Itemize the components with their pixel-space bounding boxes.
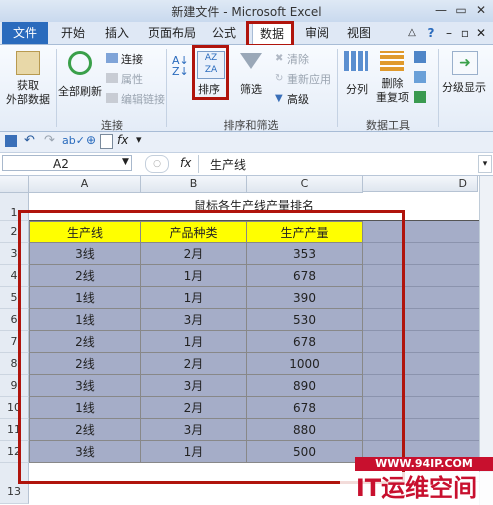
highlight-data-tab (246, 21, 294, 47)
tab-home[interactable]: 开始 (56, 22, 90, 44)
namebox-dropdown-icon[interactable]: ▼ (122, 157, 129, 167)
tab-file[interactable]: 文件 (2, 22, 48, 44)
tab-review[interactable]: 审阅 (300, 22, 334, 44)
what-if-icon[interactable] (414, 91, 426, 103)
formula-input[interactable]: 生产线 (210, 156, 246, 173)
text-to-columns-button[interactable]: 分列 (346, 81, 368, 97)
formula-collapse-icon[interactable]: ▾ (478, 155, 492, 173)
filter-icon[interactable] (240, 53, 262, 69)
group-data-tools-label: 数据工具 (366, 119, 410, 132)
close-icon[interactable]: ✕ (472, 2, 490, 18)
vertical-scrollbar[interactable] (479, 176, 493, 505)
column-header-c[interactable]: C (247, 176, 363, 193)
advanced-button[interactable]: 高级 (287, 91, 309, 107)
remove-duplicates-icon[interactable] (380, 51, 404, 71)
properties-button: 属性 (121, 73, 143, 86)
print-preview-icon[interactable] (100, 134, 113, 149)
help-icon[interactable]: ? (422, 22, 440, 44)
properties-icon (106, 73, 118, 83)
highlight-sort-button (192, 45, 229, 100)
edit-links-button: 编辑链接 (121, 93, 165, 106)
tab-view[interactable]: 视图 (342, 22, 376, 44)
customize-qat-icon[interactable]: ▾ (136, 133, 142, 146)
insert-function-icon[interactable]: fx (180, 156, 191, 170)
database-icon[interactable] (16, 51, 40, 75)
tab-insert[interactable]: 插入 (100, 22, 134, 44)
remove-duplicates-button[interactable]: 删除 重复项 (376, 77, 409, 105)
window-title: 新建文件 - Microsoft Excel (171, 5, 322, 19)
ribbon: 获取 外部数据 全部刷新 连接 属性 编辑链接 连接 A↓ Z↓ AZ ZA 排序 … (0, 45, 493, 132)
column-header-a[interactable]: A (29, 176, 141, 193)
function-icon[interactable]: fx (117, 133, 128, 147)
consolidate-icon[interactable] (414, 71, 426, 83)
name-box[interactable]: A2 (2, 155, 132, 171)
restore-doc-icon[interactable]: ▫ (458, 22, 472, 44)
edit-links-icon (106, 93, 118, 103)
outline-button[interactable]: 分级显示 (442, 79, 486, 95)
title-bar: 新建文件 - Microsoft Excel — ▭ ✕ (0, 0, 493, 22)
get-external-data-button[interactable]: 获取 外部数据 (4, 79, 52, 107)
column-header-d[interactable]: D (363, 176, 478, 192)
connections-button[interactable]: 连接 (121, 51, 143, 67)
column-header-b[interactable]: B (141, 176, 247, 193)
minimize-icon[interactable]: — (432, 2, 450, 18)
quick-access-toolbar: ↶ ↷ ab✓ ⊕ fx ▾ (0, 132, 493, 153)
connections-icon[interactable] (106, 53, 118, 63)
refresh-icon[interactable] (68, 51, 92, 75)
highlight-table (18, 210, 405, 484)
clear-icon: ✖ (275, 53, 284, 64)
data-validation-icon[interactable] (414, 51, 426, 63)
outline-icon[interactable]: ➜ (452, 51, 478, 75)
tab-formulas[interactable]: 公式 (207, 22, 241, 44)
reapply-icon: ↻ (275, 73, 284, 84)
spellcheck-icon[interactable]: ab✓ (62, 134, 85, 147)
group-sort-filter-label: 排序和筛选 (223, 119, 279, 132)
group-connections-label: 连接 (101, 119, 123, 132)
watermark-url: WWW.94IP.COM (355, 457, 493, 471)
tab-page-layout[interactable]: 页面布局 (144, 22, 200, 44)
minimize-doc-icon[interactable]: – (442, 22, 456, 44)
close-doc-icon[interactable]: ✕ (474, 22, 488, 44)
advanced-filter-icon[interactable]: ▼ (275, 93, 283, 104)
collapse-ribbon-icon[interactable]: △ (404, 22, 420, 44)
text-to-columns-icon[interactable] (344, 51, 368, 71)
redo-icon[interactable]: ↷ (44, 133, 55, 148)
filter-button[interactable]: 筛选 (240, 81, 262, 97)
refresh-all-button[interactable]: 全部刷新 (58, 83, 102, 99)
clear-button: 清除 (287, 53, 309, 66)
watermark-logo: IT运维空间 (340, 472, 493, 505)
formula-bar: A2 ▼ ○ fx 生产线 ▾ (0, 153, 493, 176)
sort-az-icon[interactable]: A↓ Z↓ (172, 55, 189, 77)
save-icon[interactable] (5, 135, 17, 147)
zoom-icon[interactable]: ⊕ (86, 133, 96, 147)
restore-icon[interactable]: ▭ (452, 2, 470, 18)
select-all-corner[interactable] (0, 176, 29, 193)
formula-expand-icon[interactable]: ○ (145, 155, 169, 173)
reapply-button: 重新应用 (287, 73, 331, 86)
undo-icon[interactable]: ↶ (24, 133, 35, 148)
